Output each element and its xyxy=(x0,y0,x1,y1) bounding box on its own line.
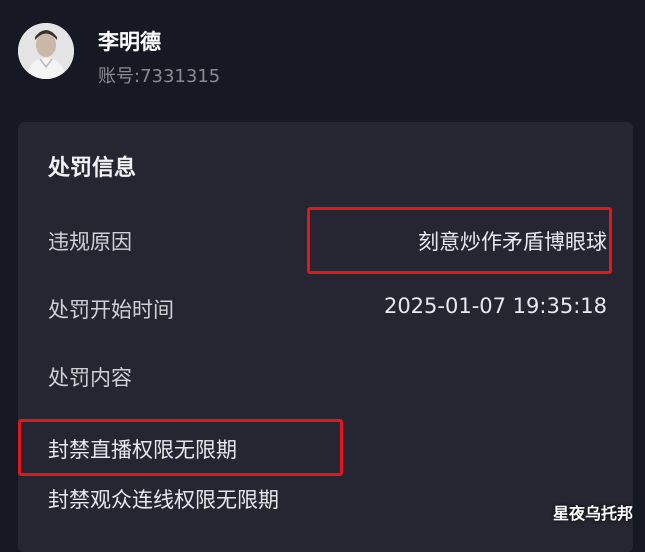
avatar-image xyxy=(18,23,74,79)
card-title: 处罚信息 xyxy=(48,156,137,181)
account-id: 账号:7331315 xyxy=(98,66,221,87)
user-name: 李明德 xyxy=(98,30,161,54)
punishment-start-label: 处罚开始时间 xyxy=(48,298,174,322)
avatar[interactable] xyxy=(18,23,74,79)
content-item-link-ban: 封禁观众连线权限无限期 xyxy=(48,488,279,512)
punishment-content-label: 处罚内容 xyxy=(48,366,132,390)
watermark-text: 星夜乌托邦 xyxy=(552,504,633,523)
highlight-box-reason xyxy=(307,207,612,274)
punishment-start-value: 2025-01-07 19:35:18 xyxy=(383,294,607,318)
violation-reason-label: 违规原因 xyxy=(48,230,132,254)
highlight-box-live-ban xyxy=(18,419,343,476)
punishment-info-card: 处罚信息 违规原因 刻意炒作矛盾博眼球 处罚开始时间 2025-01-07 19… xyxy=(18,122,633,552)
